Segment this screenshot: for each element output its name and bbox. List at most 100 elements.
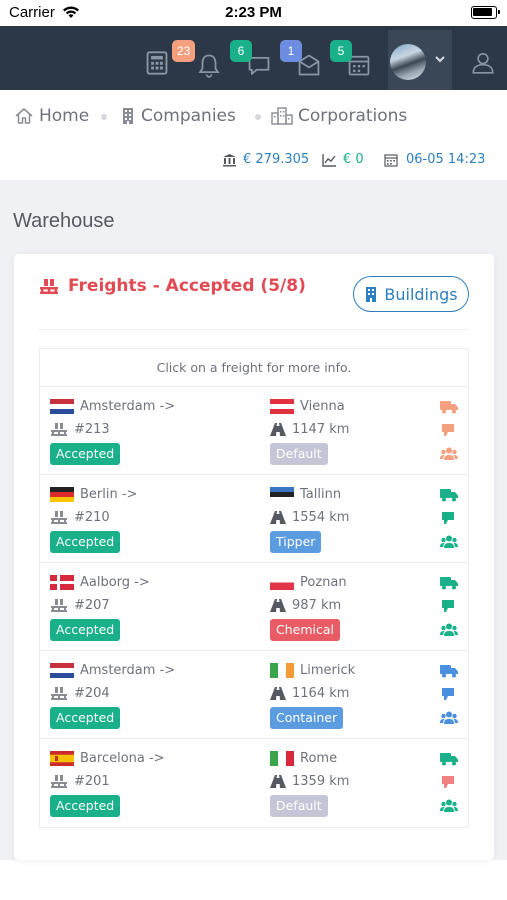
user-icon[interactable] [470, 50, 496, 76]
road-icon [270, 423, 286, 436]
distance-value: 1554 km [292, 510, 350, 525]
origin-line: Amsterdam -> [50, 399, 175, 414]
truck-icon [440, 577, 458, 590]
status-badge: Accepted [50, 531, 121, 553]
status-badge: Accepted [50, 443, 121, 465]
destination-flag [270, 751, 294, 766]
destination-line: Tallinn [270, 487, 341, 502]
user-avatar-dropdown[interactable] [388, 30, 452, 90]
destination-flag [270, 663, 294, 678]
origin-flag [50, 487, 74, 502]
balance-value: € 279.305 [243, 152, 310, 167]
breadcrumb: Home Companies Corporations [0, 90, 507, 142]
events-badge[interactable]: 5 [330, 40, 352, 62]
destination-line: Poznan [270, 575, 347, 590]
freight-row[interactable]: Amsterdam -> #213 Accepted Vienna 1147 km Def… [40, 387, 468, 475]
messages-badge[interactable]: 6 [230, 40, 252, 62]
destination-city: Tallinn [300, 487, 342, 502]
breadcrumb-home[interactable]: Home [14, 106, 89, 126]
destination-flag [270, 575, 294, 590]
distance-line: 1164 km [270, 686, 349, 701]
freight-id: #204 [74, 686, 110, 701]
card-title-label: Freights - Accepted (5/8) [68, 276, 306, 296]
freight-id: #210 [74, 510, 110, 525]
users-icon [440, 623, 458, 636]
status-badge: Accepted [50, 795, 121, 817]
card-title: Freights - Accepted (5/8) [38, 276, 306, 296]
battery-icon [471, 6, 500, 19]
origin-flag [50, 751, 74, 766]
distance-value: 1164 km [292, 686, 350, 701]
pallet-icon [51, 511, 67, 524]
destination-line: Limerick [270, 663, 355, 678]
truck-icon [440, 753, 458, 766]
road-icon [270, 775, 286, 788]
origin-city: Amsterdam -> [80, 399, 176, 414]
road-icon [270, 599, 286, 612]
origin-flag [50, 399, 74, 414]
freight-row[interactable]: Aalborg -> #207 Accepted Poznan 987 km Chemic… [40, 563, 468, 651]
breadcrumb-corporations[interactable]: Corporations [271, 106, 407, 126]
distance-line: 1554 km [270, 510, 349, 525]
calculator-icon[interactable] [144, 50, 170, 76]
road-icon [270, 511, 286, 524]
chevron-down-icon [435, 56, 445, 63]
freight-id-line: #207 [50, 598, 110, 613]
freight-id-line: #213 [50, 422, 110, 437]
pallet-icon [40, 279, 58, 294]
trailer-icon [442, 512, 454, 524]
truck-icon [440, 665, 458, 678]
users-icon [440, 447, 458, 460]
freight-id-line: #201 [50, 774, 110, 789]
distance-value: 987 km [292, 598, 342, 613]
clock-label: 2:23 PM [225, 4, 282, 21]
users-icon [440, 799, 458, 812]
destination-flag [270, 487, 294, 502]
pallet-icon [51, 775, 67, 788]
datetime-stat: 06-05 14:23 [384, 152, 485, 167]
origin-flag [50, 663, 74, 678]
pallet-icon [51, 599, 67, 612]
trailer-icon [442, 776, 454, 788]
notifications-badge[interactable]: 23 [172, 40, 196, 62]
cargo-type-badge: Default [270, 795, 328, 817]
destination-flag [270, 399, 294, 414]
profit-value: € 0 [343, 152, 364, 167]
destination-city: Vienna [300, 399, 345, 414]
destination-line: Rome [270, 751, 337, 766]
building-icon [366, 287, 377, 302]
buildings-button[interactable]: Buildings [353, 276, 469, 312]
freight-id-line: #210 [50, 510, 110, 525]
breadcrumb-separator [255, 114, 261, 120]
freight-row[interactable]: Barcelona -> #201 Accepted Rome 1359 km Defau… [40, 739, 468, 827]
breadcrumb-companies[interactable]: Companies [120, 106, 236, 126]
cargo-type-badge: Default [270, 443, 328, 465]
datetime-value: 06-05 14:23 [406, 152, 486, 167]
calendar-icon [384, 153, 398, 167]
breadcrumb-separator [101, 114, 107, 120]
freight-id: #207 [74, 598, 110, 613]
breadcrumb-companies-label: Companies [141, 106, 236, 126]
origin-line: Barcelona -> [50, 751, 165, 766]
freight-id: #213 [74, 422, 110, 437]
mail-badge[interactable]: 1 [280, 40, 302, 62]
status-bar: Carrier 2:23 PM [0, 0, 507, 26]
status-badge: Accepted [50, 707, 121, 729]
bell-icon[interactable] [196, 52, 222, 78]
road-icon [270, 687, 286, 700]
cargo-type-badge: Chemical [270, 619, 340, 641]
freight-row[interactable]: Berlin -> #210 Accepted Tallinn 1554 km Tippe… [40, 475, 468, 563]
top-navbar: 23 6 1 5 [0, 26, 507, 90]
pallet-icon [51, 423, 67, 436]
freight-row[interactable]: Amsterdam -> #204 Accepted Limerick 1164 km C… [40, 651, 468, 739]
trailer-icon [442, 600, 454, 612]
origin-line: Aalborg -> [50, 575, 150, 590]
balance-stat: € 279.305 [222, 152, 309, 167]
origin-line: Berlin -> [50, 487, 137, 502]
status-badge: Accepted [50, 619, 121, 641]
destination-city: Poznan [300, 575, 347, 590]
truck-icon [440, 401, 458, 414]
trailer-icon [442, 424, 454, 436]
main-content: Warehouse Freights - Accepted (5/8) Buil… [0, 180, 507, 860]
origin-city: Aalborg -> [80, 575, 150, 590]
